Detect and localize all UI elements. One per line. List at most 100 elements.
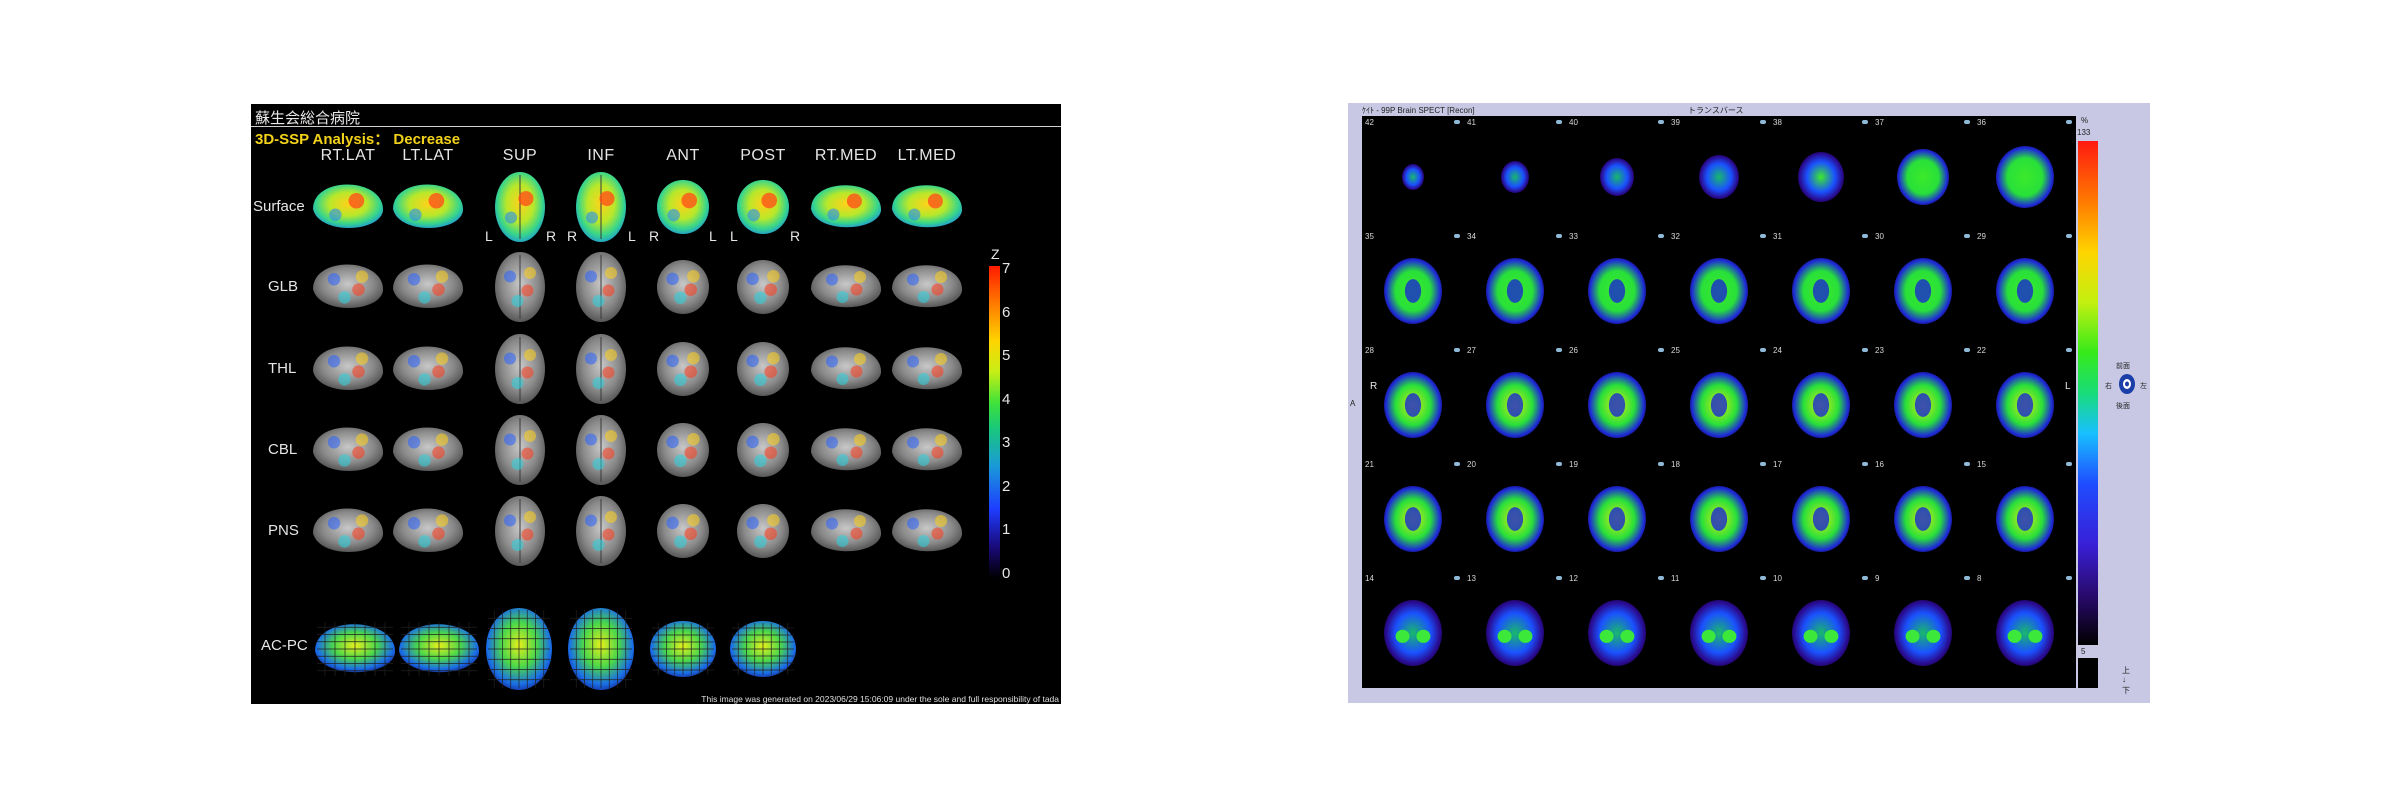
brain-surface-inf — [576, 172, 626, 242]
spect-slice[interactable] — [1584, 596, 1650, 670]
brain-cbl-rt-med — [811, 428, 882, 471]
ssp-analysis-panel: 蘇生会総合病院 3D-SSP Analysis： Decrease RT.LAT… — [251, 104, 1061, 704]
brain-thl-lt-med — [892, 347, 963, 390]
slice-number: 36 — [1977, 118, 1986, 127]
spect-slice[interactable] — [1584, 368, 1650, 442]
brain-thl-sup — [495, 334, 545, 404]
slice-number: 17 — [1773, 460, 1782, 469]
col-header-rt-med: RT.MED — [814, 147, 878, 164]
brain-glb-post — [737, 260, 789, 314]
row-header-surface: Surface — [253, 198, 305, 215]
slice-marker-icon — [1862, 120, 1868, 124]
spect-slice[interactable] — [1890, 368, 1956, 442]
spect-slice[interactable] — [1596, 154, 1638, 200]
generation-note: This image was generated on 2023/06/29 1… — [701, 694, 1059, 704]
slice-number: 30 — [1875, 232, 1884, 241]
axis-arrow-label: ↓ — [2122, 675, 2126, 684]
col-header-inf: INF — [587, 147, 615, 164]
slice-number: 25 — [1671, 346, 1680, 355]
slice-marker-icon — [1658, 234, 1664, 238]
slice-number: 27 — [1467, 346, 1476, 355]
orient-left: 左 — [2140, 383, 2147, 390]
orient-back: 後面 — [2116, 403, 2130, 410]
spect-slice[interactable] — [1380, 482, 1446, 556]
slice-marker-icon — [1556, 576, 1562, 580]
slice-marker-icon — [1454, 462, 1460, 466]
acpc-projection — [730, 621, 796, 677]
spect-slice[interactable] — [1686, 368, 1752, 442]
slice-marker-icon — [1964, 462, 1970, 466]
spect-slice[interactable] — [1686, 482, 1752, 556]
slice-marker-icon — [1454, 234, 1460, 238]
spect-slice[interactable] — [1686, 254, 1752, 328]
spect-slice[interactable] — [1992, 482, 2058, 556]
spect-slice[interactable] — [1686, 596, 1752, 670]
spect-slice[interactable] — [1992, 142, 2058, 212]
spect-slice[interactable] — [1992, 596, 2058, 670]
slice-marker-icon — [1454, 120, 1460, 124]
brain-surface-post — [737, 180, 789, 234]
spect-slice[interactable] — [1890, 254, 1956, 328]
slice-grid[interactable]: R L 42 41 40 39 38 37 36 35 34 33 32 31 30 29 28 27 26 25… — [1362, 116, 2076, 688]
brain-pns-lt-lat — [393, 508, 464, 552]
slice-marker-icon — [1658, 576, 1664, 580]
zscore-tick: 7 — [1002, 260, 1011, 277]
spect-slice[interactable] — [1788, 368, 1854, 442]
spect-slice[interactable] — [1788, 482, 1854, 556]
slice-number: 40 — [1569, 118, 1578, 127]
slice-marker-icon — [1556, 120, 1562, 124]
spect-slice[interactable] — [1893, 145, 1953, 209]
slice-marker-icon — [1964, 234, 1970, 238]
spect-slice[interactable] — [1788, 596, 1854, 670]
col-header-sup: SUP — [502, 147, 538, 164]
brain-glb-lt-lat — [393, 264, 464, 308]
brain-glb-ant — [657, 260, 709, 314]
spect-slice[interactable] — [1695, 151, 1743, 203]
spect-slice[interactable] — [1380, 596, 1446, 670]
slice-number: 29 — [1977, 232, 1986, 241]
series-title: ｹｲﾄ - 99P Brain SPECT [Recon] — [1362, 106, 1475, 115]
spect-slice[interactable] — [1992, 368, 2058, 442]
slice-number: 16 — [1875, 460, 1884, 469]
head-orientation-icon[interactable] — [2117, 371, 2137, 397]
col-header-lt-lat: LT.LAT — [402, 147, 454, 164]
slice-number: 41 — [1467, 118, 1476, 127]
zscore-tick: 5 — [1002, 347, 1011, 364]
slice-marker-icon — [1658, 348, 1664, 352]
spect-slice[interactable] — [1398, 160, 1428, 194]
brain-pns-sup — [495, 496, 545, 566]
acpc-projection — [568, 608, 634, 690]
spect-slice[interactable] — [1788, 254, 1854, 328]
col-header-lt-med: LT.MED — [897, 147, 957, 164]
spect-slice[interactable] — [1482, 596, 1548, 670]
spect-slice[interactable] — [1890, 596, 1956, 670]
brain-thl-rt-lat — [313, 346, 384, 390]
spect-slice[interactable] — [1890, 482, 1956, 556]
spect-slice[interactable] — [1497, 157, 1533, 197]
spect-slice[interactable] — [1482, 254, 1548, 328]
spect-slice[interactable] — [1380, 368, 1446, 442]
anterior-marker: A — [1350, 399, 1356, 408]
slice-number: 15 — [1977, 460, 1986, 469]
brain-surface-lt-med — [892, 185, 963, 228]
spect-slice[interactable] — [1584, 254, 1650, 328]
brain-glb-inf — [576, 252, 626, 322]
brain-cbl-lt-med — [892, 428, 963, 471]
brain-cbl-post — [737, 423, 789, 477]
spect-slice[interactable] — [1482, 368, 1548, 442]
spect-slice[interactable] — [1794, 148, 1848, 206]
brain-cbl-rt-lat — [313, 427, 384, 471]
spect-slice[interactable] — [1584, 482, 1650, 556]
slice-marker-icon — [1556, 462, 1562, 466]
colorbar-min: 5 — [2081, 647, 2086, 656]
slice-number: 13 — [1467, 574, 1476, 583]
brain-pns-post — [737, 504, 789, 558]
spect-slice[interactable] — [1992, 254, 2058, 328]
slice-number: 26 — [1569, 346, 1578, 355]
slice-number: 10 — [1773, 574, 1782, 583]
acpc-projection — [486, 608, 552, 690]
spect-slice[interactable] — [1380, 254, 1446, 328]
spect-slice[interactable] — [1482, 482, 1548, 556]
spect-transverse-panel: ｹｲﾄ - 99P Brain SPECT [Recon] トランスバース A … — [1348, 103, 2150, 703]
slice-marker-icon — [1760, 576, 1766, 580]
